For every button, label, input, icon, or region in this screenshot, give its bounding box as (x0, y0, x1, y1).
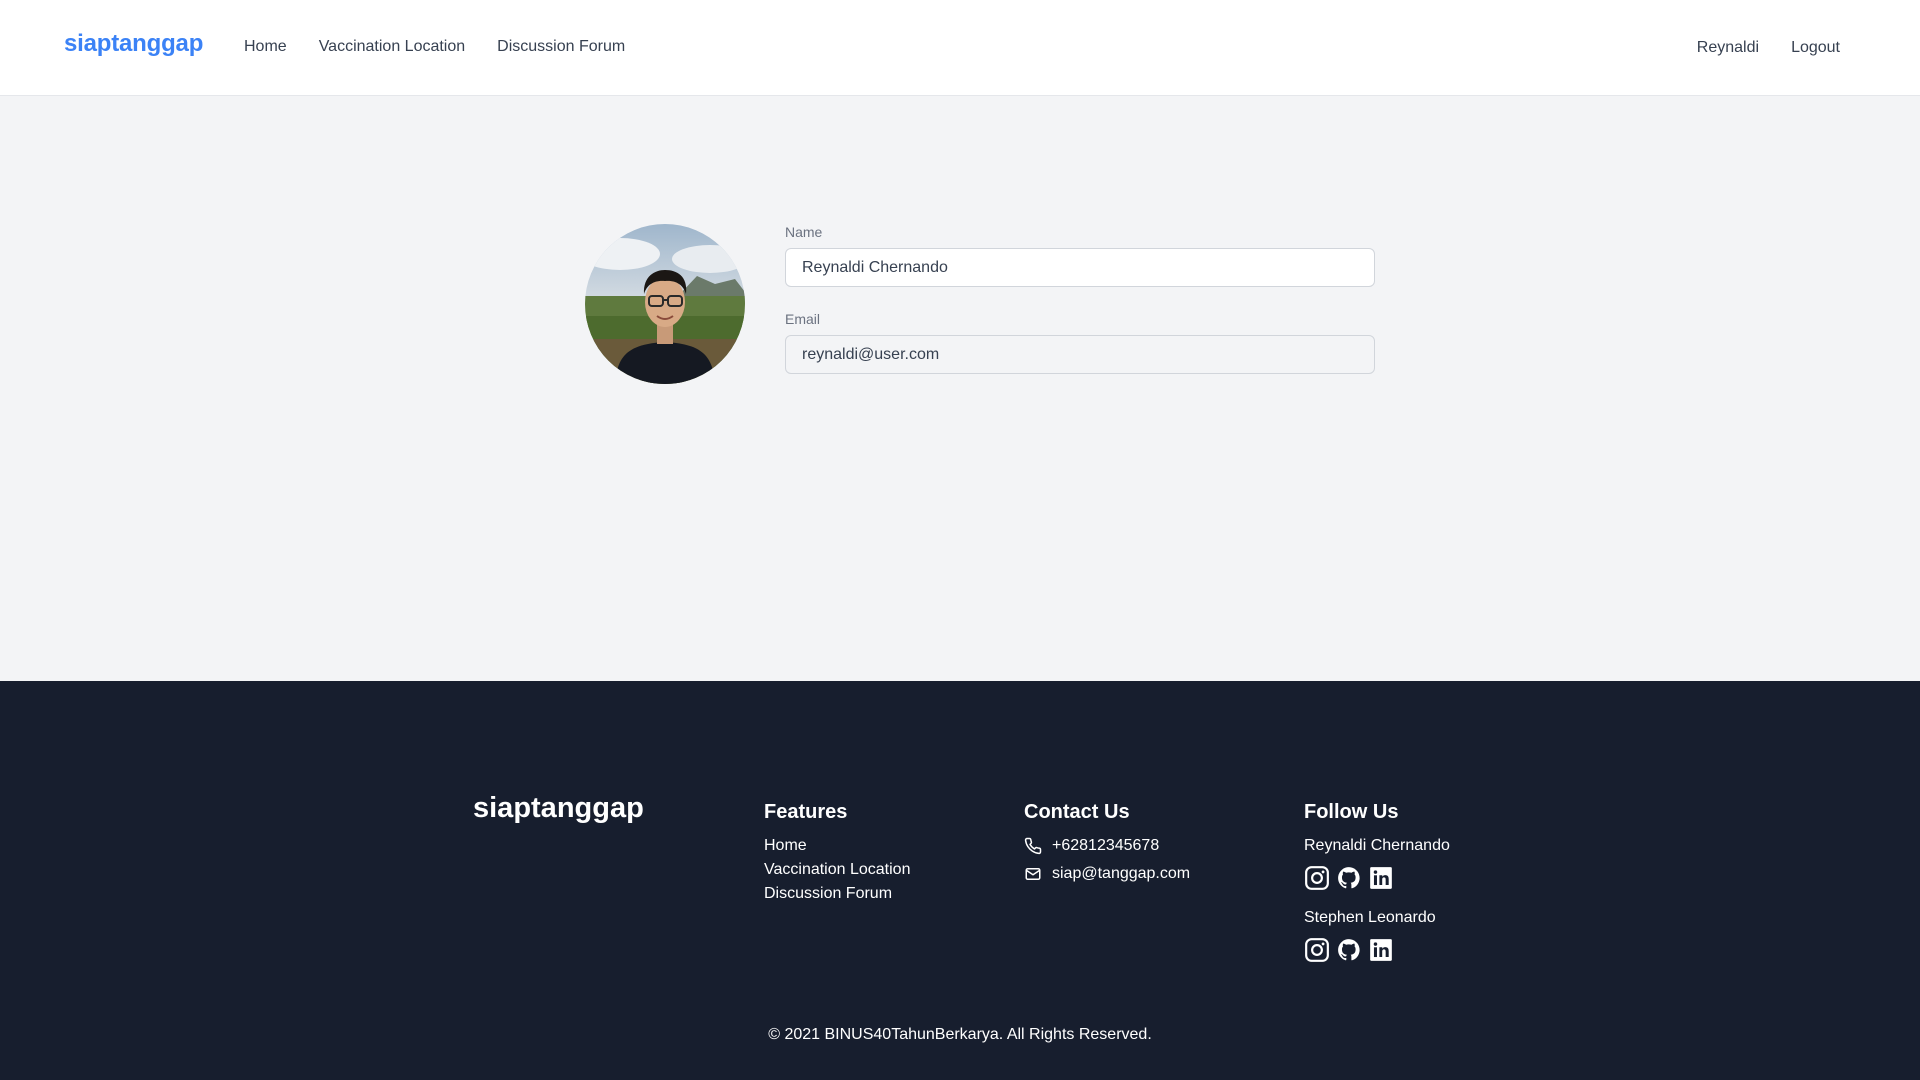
logout-link[interactable]: Logout (1791, 39, 1840, 57)
follow-person-name: Reynaldi Chernando (1304, 837, 1450, 854)
linkedin-icon[interactable] (1368, 937, 1394, 963)
mail-icon (1025, 868, 1041, 880)
nav-link-discussion-forum[interactable]: Discussion Forum (497, 38, 625, 56)
avatar (585, 224, 745, 384)
social-links-row (1304, 865, 1394, 891)
name-input[interactable] (785, 248, 1375, 287)
footer-link-home[interactable]: Home (764, 837, 807, 855)
contact-email-row: siap@tanggap.com (1024, 865, 1190, 883)
top-navbar: siaptanggap Home Vaccination Location Di… (0, 0, 1920, 96)
social-links-row (1304, 937, 1394, 963)
github-icon[interactable] (1336, 865, 1362, 891)
contact-phone: +62812345678 (1052, 837, 1160, 854)
linkedin-icon[interactable] (1368, 865, 1394, 891)
brand-logo-link[interactable]: siaptanggap (64, 30, 203, 58)
contact-email-link[interactable]: siap@tanggap.com (1052, 865, 1190, 883)
footer-features-title: Features (764, 801, 848, 823)
footer-follow-title: Follow Us (1304, 801, 1399, 823)
user-nav: Reynaldi Logout (1697, 39, 1840, 57)
nav-link-vaccination-location[interactable]: Vaccination Location (319, 38, 465, 56)
github-icon[interactable] (1336, 937, 1362, 963)
footer-contact-title: Contact Us (1024, 801, 1130, 823)
user-profile-link[interactable]: Reynaldi (1697, 39, 1759, 57)
phone-icon (1024, 837, 1042, 855)
instagram-icon[interactable] (1304, 937, 1330, 963)
instagram-icon[interactable] (1304, 865, 1330, 891)
email-label: Email (785, 311, 821, 327)
follow-person-name: Stephen Leonardo (1304, 909, 1436, 926)
footer-link-discussion-forum[interactable]: Discussion Forum (764, 885, 892, 903)
copyright-text: © 2021 BINUS40TahunBerkarya. All Rights … (768, 1026, 1152, 1043)
site-footer: siaptanggap Features Home Vaccination Lo… (0, 681, 1920, 1080)
main-nav: Home Vaccination Location Discussion For… (244, 38, 625, 56)
email-input[interactable] (785, 335, 1375, 374)
name-label: Name (785, 224, 823, 240)
footer-brand: siaptanggap (473, 792, 644, 824)
footer-link-vaccination-location[interactable]: Vaccination Location (764, 861, 910, 879)
nav-link-home[interactable]: Home (244, 38, 287, 56)
contact-phone-row: +62812345678 (1024, 837, 1159, 855)
